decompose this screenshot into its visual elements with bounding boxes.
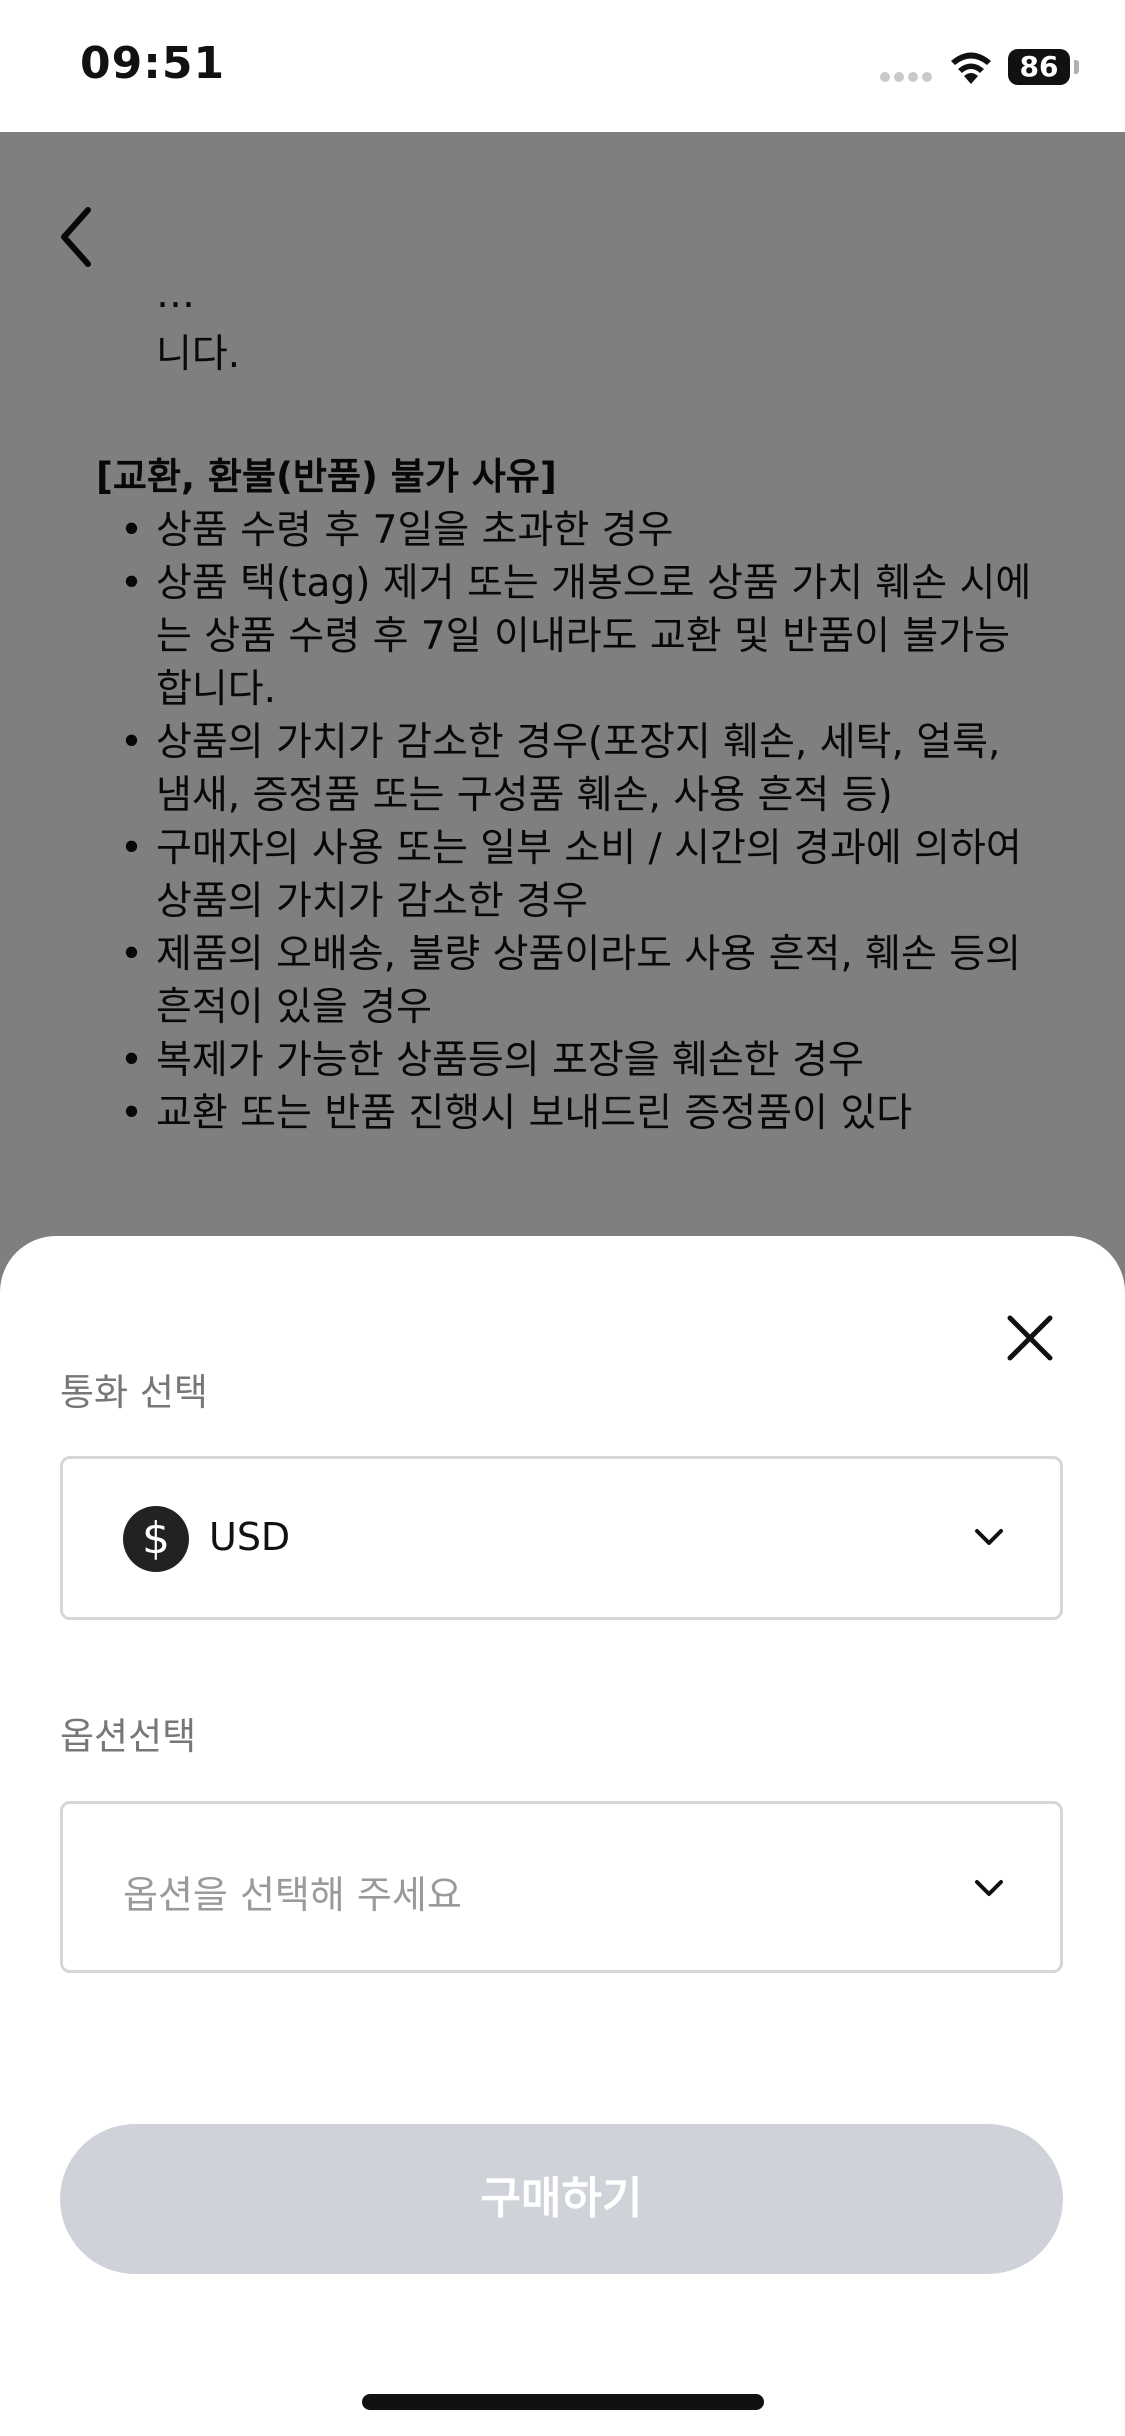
currency-value: USD	[209, 1515, 291, 1559]
currency-select[interactable]: $ USD	[60, 1456, 1063, 1620]
wifi-icon	[951, 52, 991, 84]
chevron-down-icon	[975, 1880, 1003, 1896]
buy-button[interactable]: 구매하기	[60, 2124, 1063, 2274]
option-select[interactable]: 옵션을 선택해 주세요	[60, 1801, 1063, 1973]
home-indicator	[362, 2394, 764, 2410]
purchase-bottom-sheet: 통화 선택 $ USD 옵션선택 옵션을 선택해 주세요 구매하기	[0, 1236, 1125, 2436]
close-icon[interactable]	[1000, 1308, 1060, 1368]
option-label: 옵션선택	[60, 1715, 197, 1758]
dollar-icon: $	[123, 1506, 189, 1572]
cellular-signal-icon	[880, 72, 932, 82]
currency-label: 통화 선택	[60, 1371, 208, 1414]
battery-indicator: 86	[1008, 49, 1070, 85]
chevron-down-icon	[975, 1529, 1003, 1545]
status-time: 09:51	[80, 38, 226, 89]
status-bar: 09:51 86	[0, 0, 1125, 132]
screen: 09:51 86 … 니다. [교환, 환불(반품) 불가 사유] 상품 수령 …	[0, 0, 1125, 2436]
battery-tip	[1074, 60, 1079, 74]
option-placeholder: 옵션을 선택해 주세요	[123, 1873, 462, 1917]
